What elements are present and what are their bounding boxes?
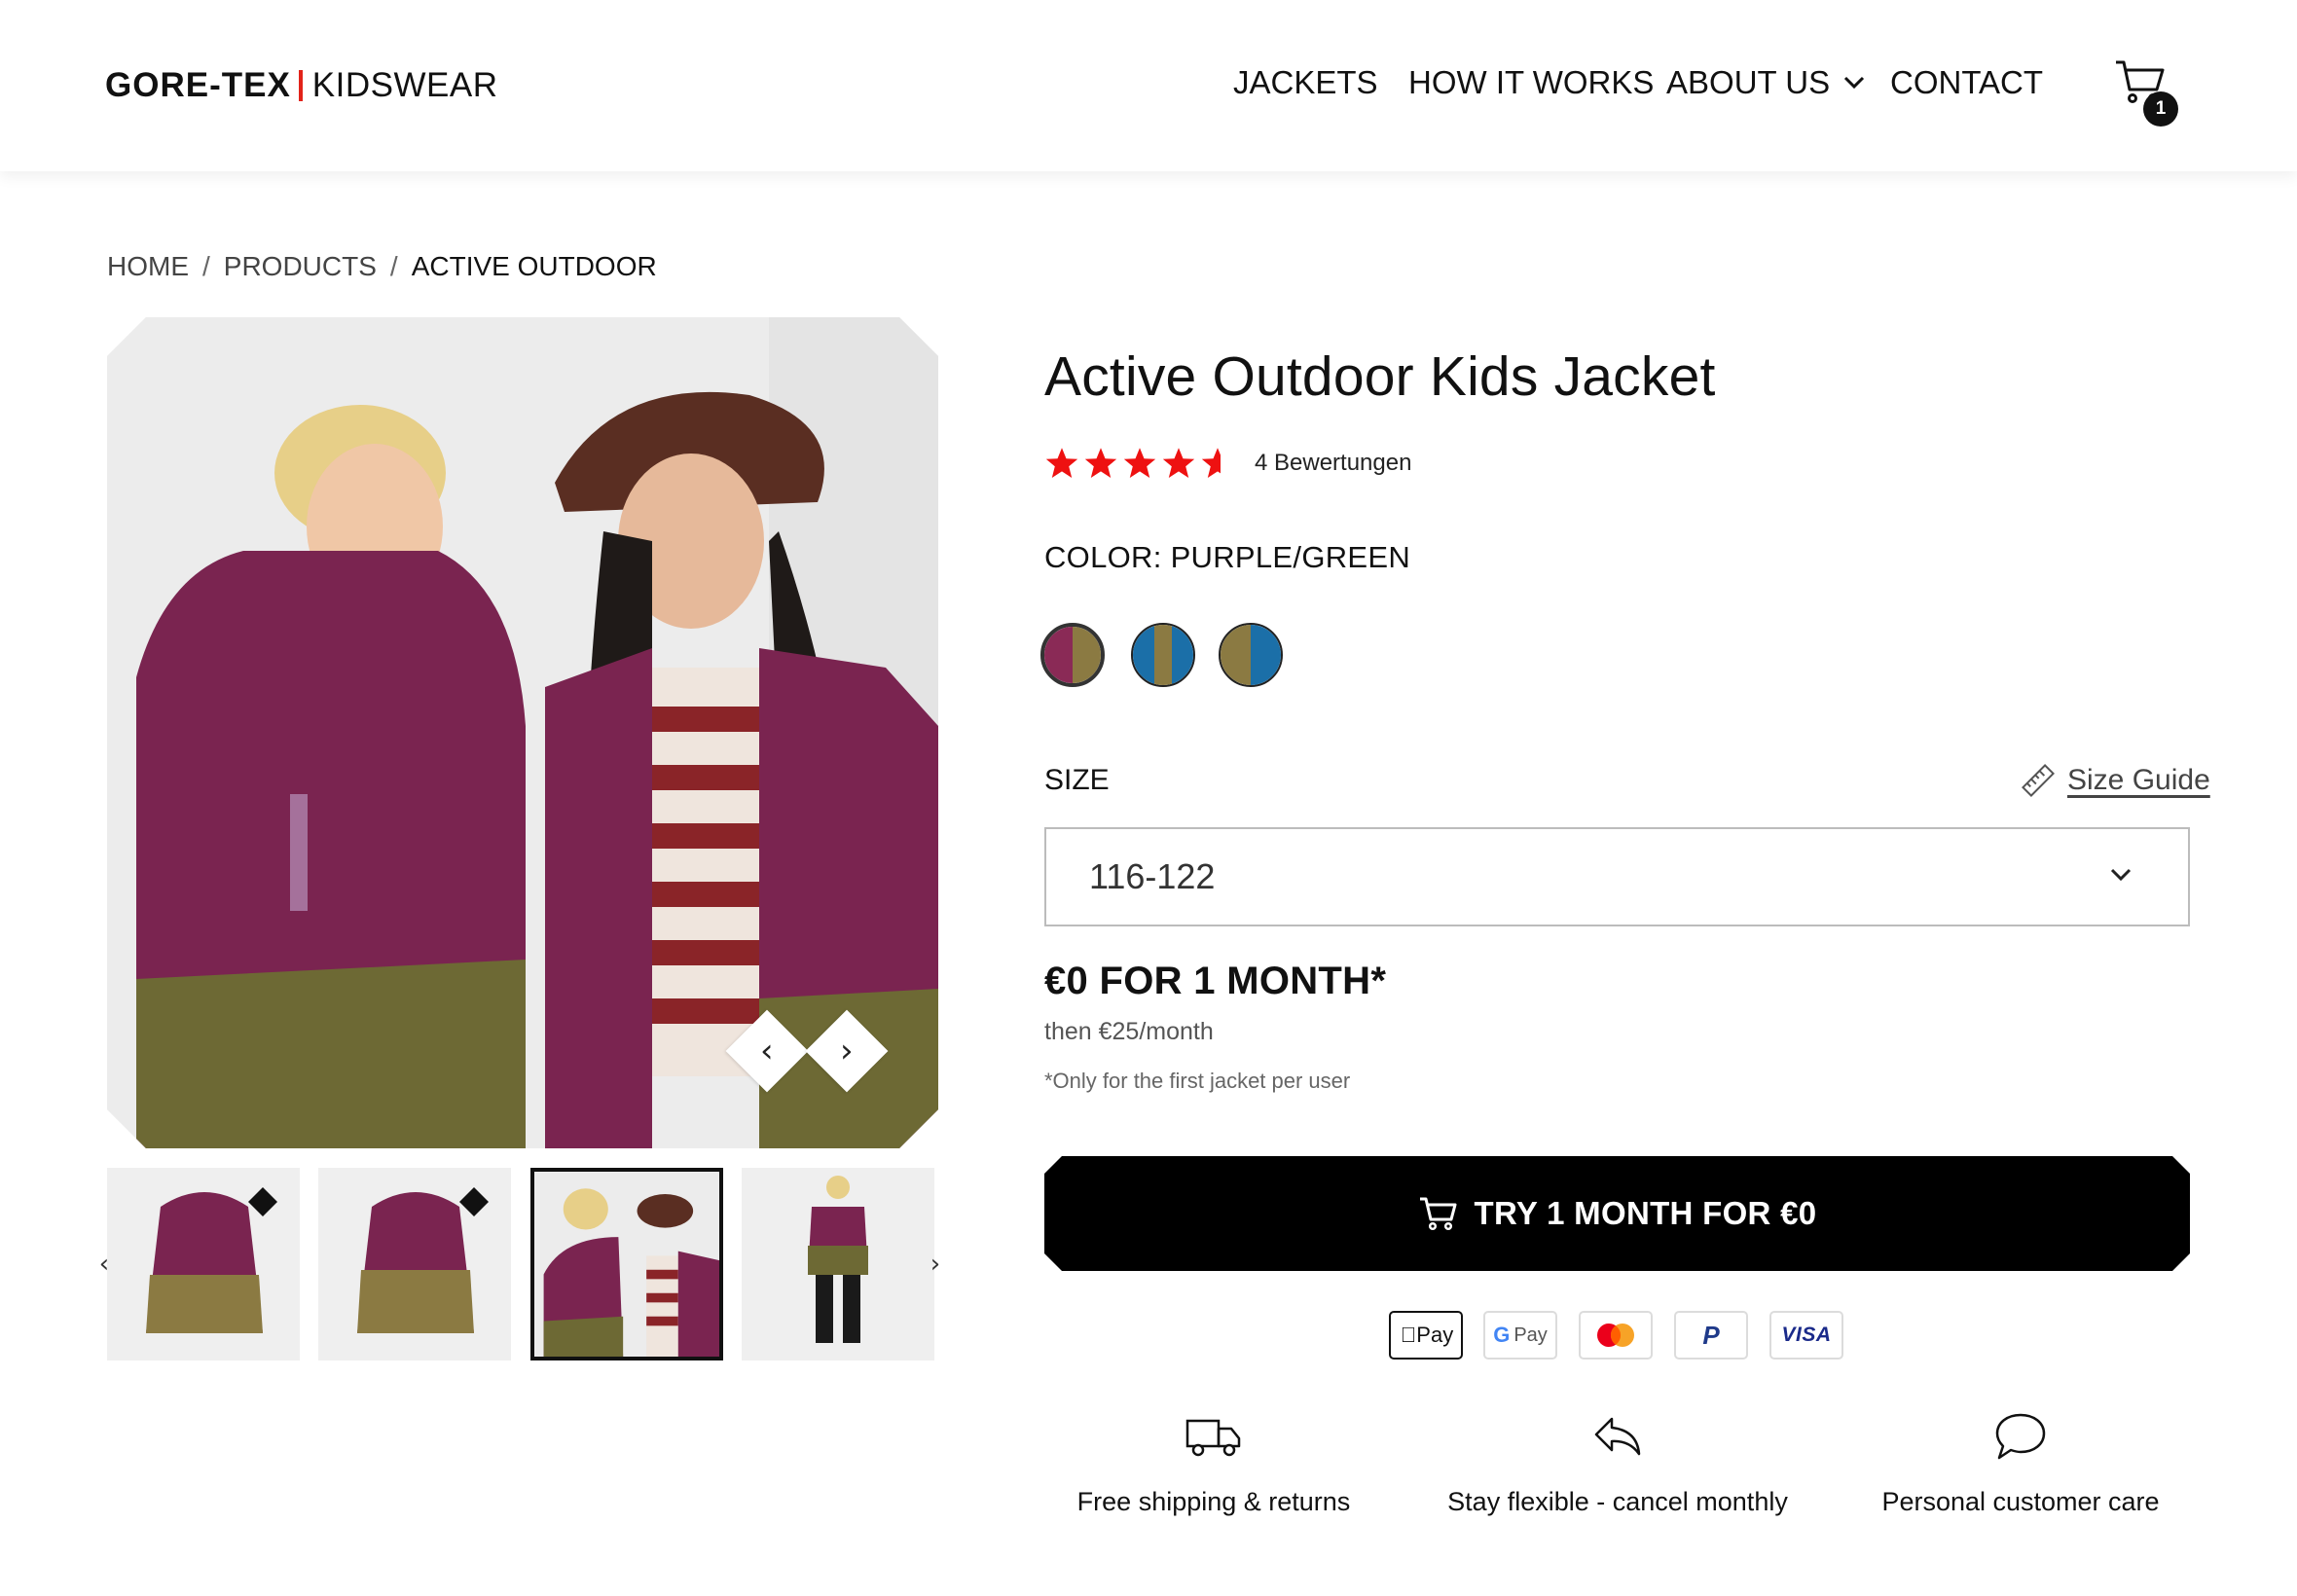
site-header: GORE-TEX KIDSWEAR JACKETS HOW IT WORKS A… bbox=[0, 0, 2297, 171]
size-guide-label: Size Guide bbox=[2067, 764, 2210, 796]
two-kids-image bbox=[534, 1172, 719, 1357]
nav-how-it-works[interactable]: HOW IT WORKS bbox=[1408, 64, 1654, 101]
truck-icon bbox=[1185, 1419, 1241, 1457]
thumbnail-jacket-back[interactable] bbox=[318, 1168, 511, 1360]
mastercard-icon bbox=[1579, 1311, 1653, 1360]
star-full-icon bbox=[1045, 448, 1078, 478]
thumbnail-strip bbox=[107, 1168, 934, 1360]
cart-count-badge: 1 bbox=[2143, 91, 2178, 127]
swatch-olive-blue[interactable] bbox=[1219, 623, 1283, 687]
thumbnail-two-kids[interactable] bbox=[530, 1168, 723, 1360]
feature-free-shipping-label: Free shipping & returns bbox=[1076, 1487, 1351, 1516]
feature-customer-care-label: Personal customer care bbox=[1881, 1487, 2160, 1516]
breadcrumb-separator: / bbox=[389, 251, 398, 281]
chat-bubble-icon bbox=[1995, 1413, 2046, 1460]
swatch-purple-green[interactable] bbox=[1040, 623, 1105, 687]
size-selected-value: 116-122 bbox=[1089, 856, 1216, 896]
apple-pay-label: Pay bbox=[1408, 1323, 1453, 1347]
star-full-icon bbox=[1123, 448, 1156, 478]
return-arrow-icon bbox=[1594, 1417, 1641, 1456]
feature-stay-flexible: Stay flexible - cancel monthly bbox=[1423, 1411, 1812, 1517]
nav-about-us-label: ABOUT US bbox=[1666, 64, 1831, 100]
price-note: *Only for the first jacket per user bbox=[1044, 1069, 1351, 1093]
color-label: COLOR: PURPLE/GREEN bbox=[1044, 540, 1411, 574]
breadcrumb-home[interactable]: HOME bbox=[107, 251, 189, 282]
review-count-link[interactable]: 4 Bewertungen bbox=[1255, 450, 1411, 477]
product-rating: 4 Bewertungen bbox=[1044, 446, 1411, 481]
product-title: Active Outdoor Kids Jacket bbox=[1044, 345, 1716, 408]
google-pay-icon: G Pay bbox=[1483, 1311, 1557, 1360]
paypal-label: P bbox=[1702, 1320, 1720, 1350]
jacket-front-image bbox=[107, 1168, 300, 1360]
feature-free-shipping: Free shipping & returns bbox=[1019, 1411, 1408, 1517]
try-month-button-label: TRY 1 MONTH FOR €0 bbox=[1474, 1195, 1817, 1231]
breadcrumb-products[interactable]: PRODUCTS bbox=[224, 251, 377, 282]
google-pay-label: Pay bbox=[1513, 1324, 1548, 1346]
nav-contact[interactable]: CONTACT bbox=[1890, 64, 2043, 101]
logo-subtitle: KIDSWEAR bbox=[311, 66, 498, 104]
size-label: SIZE bbox=[1044, 764, 1110, 796]
swatch-blue-olive[interactable] bbox=[1131, 623, 1195, 687]
star-full-icon bbox=[1162, 448, 1195, 478]
star-half-icon bbox=[1201, 448, 1234, 478]
breadcrumb-separator: / bbox=[202, 251, 210, 281]
thumbnail-jacket-front[interactable] bbox=[107, 1168, 300, 1360]
breadcrumb-current: ACTIVE OUTDOOR bbox=[411, 251, 657, 281]
cart-icon bbox=[1419, 1197, 1457, 1231]
size-select[interactable]: 116-122 bbox=[1044, 827, 2190, 926]
chevron-right-icon: › bbox=[840, 1031, 854, 1070]
nav-jackets[interactable]: JACKETS bbox=[1233, 64, 1378, 101]
logo-brand: GORE-TEX bbox=[105, 66, 291, 104]
chevron-left-icon: ‹ bbox=[760, 1031, 774, 1070]
price-main: €0 FOR 1 MONTH* bbox=[1044, 960, 1387, 1002]
ruler-icon bbox=[2022, 764, 2055, 797]
thumbnail-child-full-body[interactable] bbox=[742, 1168, 934, 1360]
price-then: then €25/month bbox=[1044, 1018, 1214, 1045]
feature-stay-flexible-label: Stay flexible - cancel monthly bbox=[1447, 1487, 1788, 1516]
paypal-icon: P bbox=[1674, 1311, 1748, 1360]
jacket-back-image bbox=[318, 1168, 511, 1360]
chevron-down-icon bbox=[1844, 76, 1865, 90]
two-kids-photo bbox=[107, 317, 938, 1148]
visa-icon: VISA bbox=[1769, 1311, 1843, 1360]
chevron-down-icon bbox=[2110, 868, 2132, 882]
site-logo[interactable]: GORE-TEX KIDSWEAR bbox=[105, 66, 498, 105]
try-month-button[interactable]: TRY 1 MONTH FOR €0 bbox=[1044, 1156, 2190, 1271]
thumbnails-next-button[interactable]: › bbox=[921, 1248, 950, 1281]
feature-customer-care: Personal customer care bbox=[1826, 1411, 2215, 1517]
logo-separator bbox=[298, 70, 303, 101]
cart-button[interactable]: 1 bbox=[2114, 58, 2178, 127]
rating-stars bbox=[1044, 446, 1235, 481]
apple-pay-icon: Pay bbox=[1389, 1311, 1463, 1360]
child-full-body-image bbox=[742, 1168, 934, 1360]
size-guide-link[interactable]: Size Guide bbox=[2021, 763, 2210, 798]
star-full-icon bbox=[1084, 448, 1117, 478]
visa-label: VISA bbox=[1781, 1324, 1832, 1346]
breadcrumb: HOME / PRODUCTS / ACTIVE OUTDOOR bbox=[107, 251, 657, 282]
nav-about-us[interactable]: ABOUT US bbox=[1666, 64, 1865, 101]
main-product-image bbox=[107, 317, 938, 1148]
